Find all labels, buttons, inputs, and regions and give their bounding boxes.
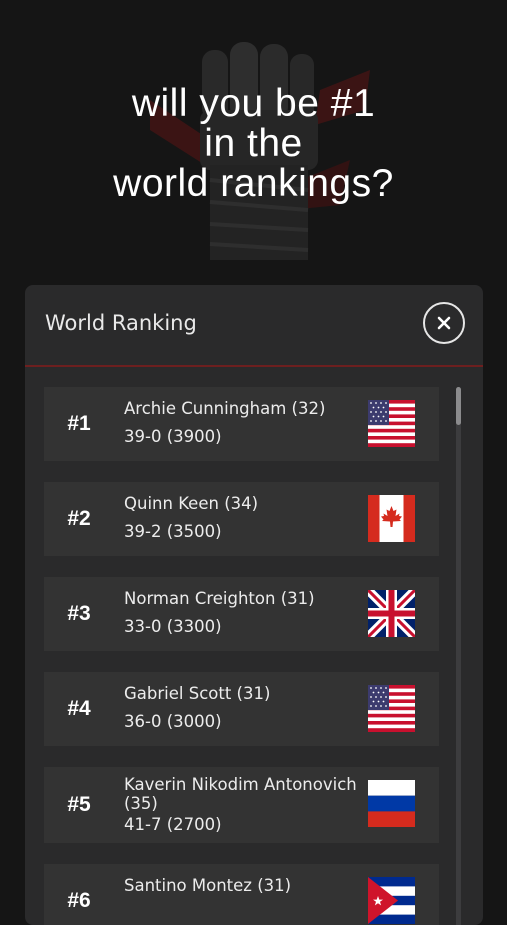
fighter-info: Gabriel Scott (31) 36-0 (3000) xyxy=(124,684,364,732)
usa-flag-icon xyxy=(368,400,415,447)
fighter-record: 39-0 (3900) xyxy=(124,427,222,446)
hero-banner: will you be #1 in the world rankings? xyxy=(0,0,507,280)
fighter-name: Kaverin Nikodim Antonovich (35) xyxy=(124,775,357,813)
rank-number: #6 xyxy=(67,889,91,912)
scrollbar[interactable] xyxy=(456,387,461,925)
fighter-record: 33-0 (3300) xyxy=(124,617,222,636)
panel-header: World Ranking xyxy=(25,285,483,367)
russia-flag-icon xyxy=(368,780,415,827)
canada-flag-icon xyxy=(368,495,415,542)
tagline-line-2: in the xyxy=(204,122,303,165)
ranking-row[interactable]: #2 Quinn Keen (34) 39-2 (3500) xyxy=(44,482,439,556)
fighter-name: Gabriel Scott (31) xyxy=(124,684,271,703)
uk-flag-icon xyxy=(368,590,415,637)
ranking-row[interactable]: #3 Norman Creighton (31) 33-0 (3300) xyxy=(44,577,439,651)
cuba-flag-icon xyxy=(368,877,415,924)
panel-title: World Ranking xyxy=(45,311,197,335)
fighter-info: Quinn Keen (34) 39-2 (3500) xyxy=(124,494,364,542)
usa-flag-icon xyxy=(368,685,415,732)
fighter-name: Santino Montez (31) xyxy=(124,876,292,895)
rank-number: #3 xyxy=(67,602,91,625)
tagline-line-3: world rankings? xyxy=(113,162,394,205)
fighter-record: 36-0 (3000) xyxy=(124,712,222,731)
fighter-name: Quinn Keen (34) xyxy=(124,494,259,513)
fighter-record: 39-2 (3500) xyxy=(124,522,222,541)
close-icon xyxy=(437,316,451,330)
ranking-row[interactable]: #1 Archie Cunningham (32) 39-0 (3900) xyxy=(44,387,439,461)
fighter-record: 41-7 (2700) xyxy=(124,815,222,834)
tagline-line-1: will you be #1 xyxy=(131,82,376,125)
close-button[interactable] xyxy=(423,302,465,344)
fighter-info: Archie Cunningham (32) 39-0 (3900) xyxy=(124,399,364,447)
fighter-name: Archie Cunningham (32) xyxy=(124,399,326,418)
tagline: will you be #1 in the world rankings? xyxy=(0,84,507,204)
ranking-list: #1 Archie Cunningham (32) 39-0 (3900) #2… xyxy=(44,387,439,925)
fighter-info: Norman Creighton (31) 33-0 (3300) xyxy=(124,589,364,637)
scrollbar-thumb[interactable] xyxy=(456,387,461,425)
fighter-name: Norman Creighton (31) xyxy=(124,589,315,608)
ranking-row[interactable]: #5 Kaverin Nikodim Antonovich (35) 41-7 … xyxy=(44,767,439,843)
rank-number: #4 xyxy=(67,697,91,720)
ranking-row[interactable]: #6 Santino Montez (31) xyxy=(44,864,439,925)
ranking-row[interactable]: #4 Gabriel Scott (31) 36-0 (3000) xyxy=(44,672,439,746)
rank-number: #1 xyxy=(67,412,91,435)
world-ranking-panel: World Ranking #1 Archie Cunningham (32) … xyxy=(25,285,483,925)
rank-number: #5 xyxy=(67,793,91,816)
fighter-info: Kaverin Nikodim Antonovich (35) 41-7 (27… xyxy=(124,775,364,835)
rank-number: #2 xyxy=(67,507,91,530)
